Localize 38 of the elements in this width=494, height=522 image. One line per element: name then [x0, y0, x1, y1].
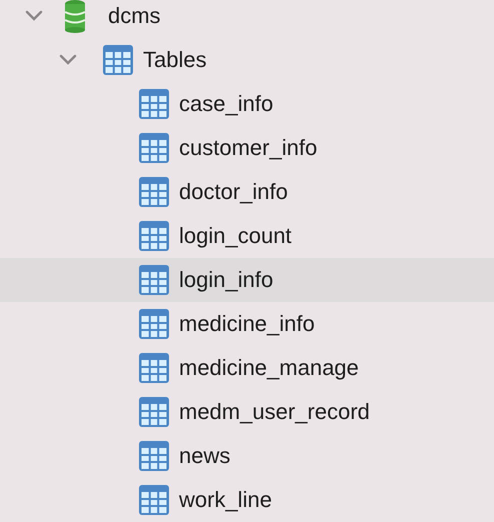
tree-row[interactable]: medm_user_record	[0, 390, 494, 434]
table-icon	[102, 44, 134, 76]
table-icon	[138, 484, 170, 516]
tree-row[interactable]: work_line	[0, 478, 494, 522]
table-icon	[138, 308, 170, 340]
tree-label: medicine_manage	[179, 357, 359, 379]
tree-row[interactable]: doctor_info	[0, 170, 494, 214]
tree-row[interactable]: Tables	[0, 38, 494, 82]
chevron-icon[interactable]	[58, 53, 78, 67]
tree-row[interactable]: login_count	[0, 214, 494, 258]
tree-row[interactable]: medicine_info	[0, 302, 494, 346]
tree-label: doctor_info	[179, 181, 288, 203]
tree-row[interactable]: case_info	[0, 82, 494, 126]
tree-row[interactable]: customer_info	[0, 126, 494, 170]
chevron-icon[interactable]	[24, 9, 44, 23]
tree-label: medicine_info	[179, 313, 315, 335]
database-icon	[64, 0, 86, 33]
table-icon	[138, 220, 170, 252]
tree-row[interactable]: dcms	[0, 0, 494, 38]
tree-label: case_info	[179, 93, 274, 115]
table-icon	[138, 176, 170, 208]
tree-row[interactable]: login_info	[0, 258, 494, 302]
table-icon	[138, 264, 170, 296]
tree-row[interactable]: medicine_manage	[0, 346, 494, 390]
tree-label: work_line	[179, 489, 272, 511]
table-icon	[138, 396, 170, 428]
tree-label: medm_user_record	[179, 401, 370, 423]
tree-label: dcms	[108, 5, 161, 27]
table-icon	[138, 352, 170, 384]
tree-row[interactable]: news	[0, 434, 494, 478]
table-icon	[138, 440, 170, 472]
tree-label: login_count	[179, 225, 292, 247]
tree-label: login_info	[179, 269, 274, 291]
tree-label: Tables	[143, 49, 207, 71]
tree-label: customer_info	[179, 137, 318, 159]
table-icon	[138, 132, 170, 164]
table-icon	[138, 88, 170, 120]
tree-label: news	[179, 445, 230, 467]
